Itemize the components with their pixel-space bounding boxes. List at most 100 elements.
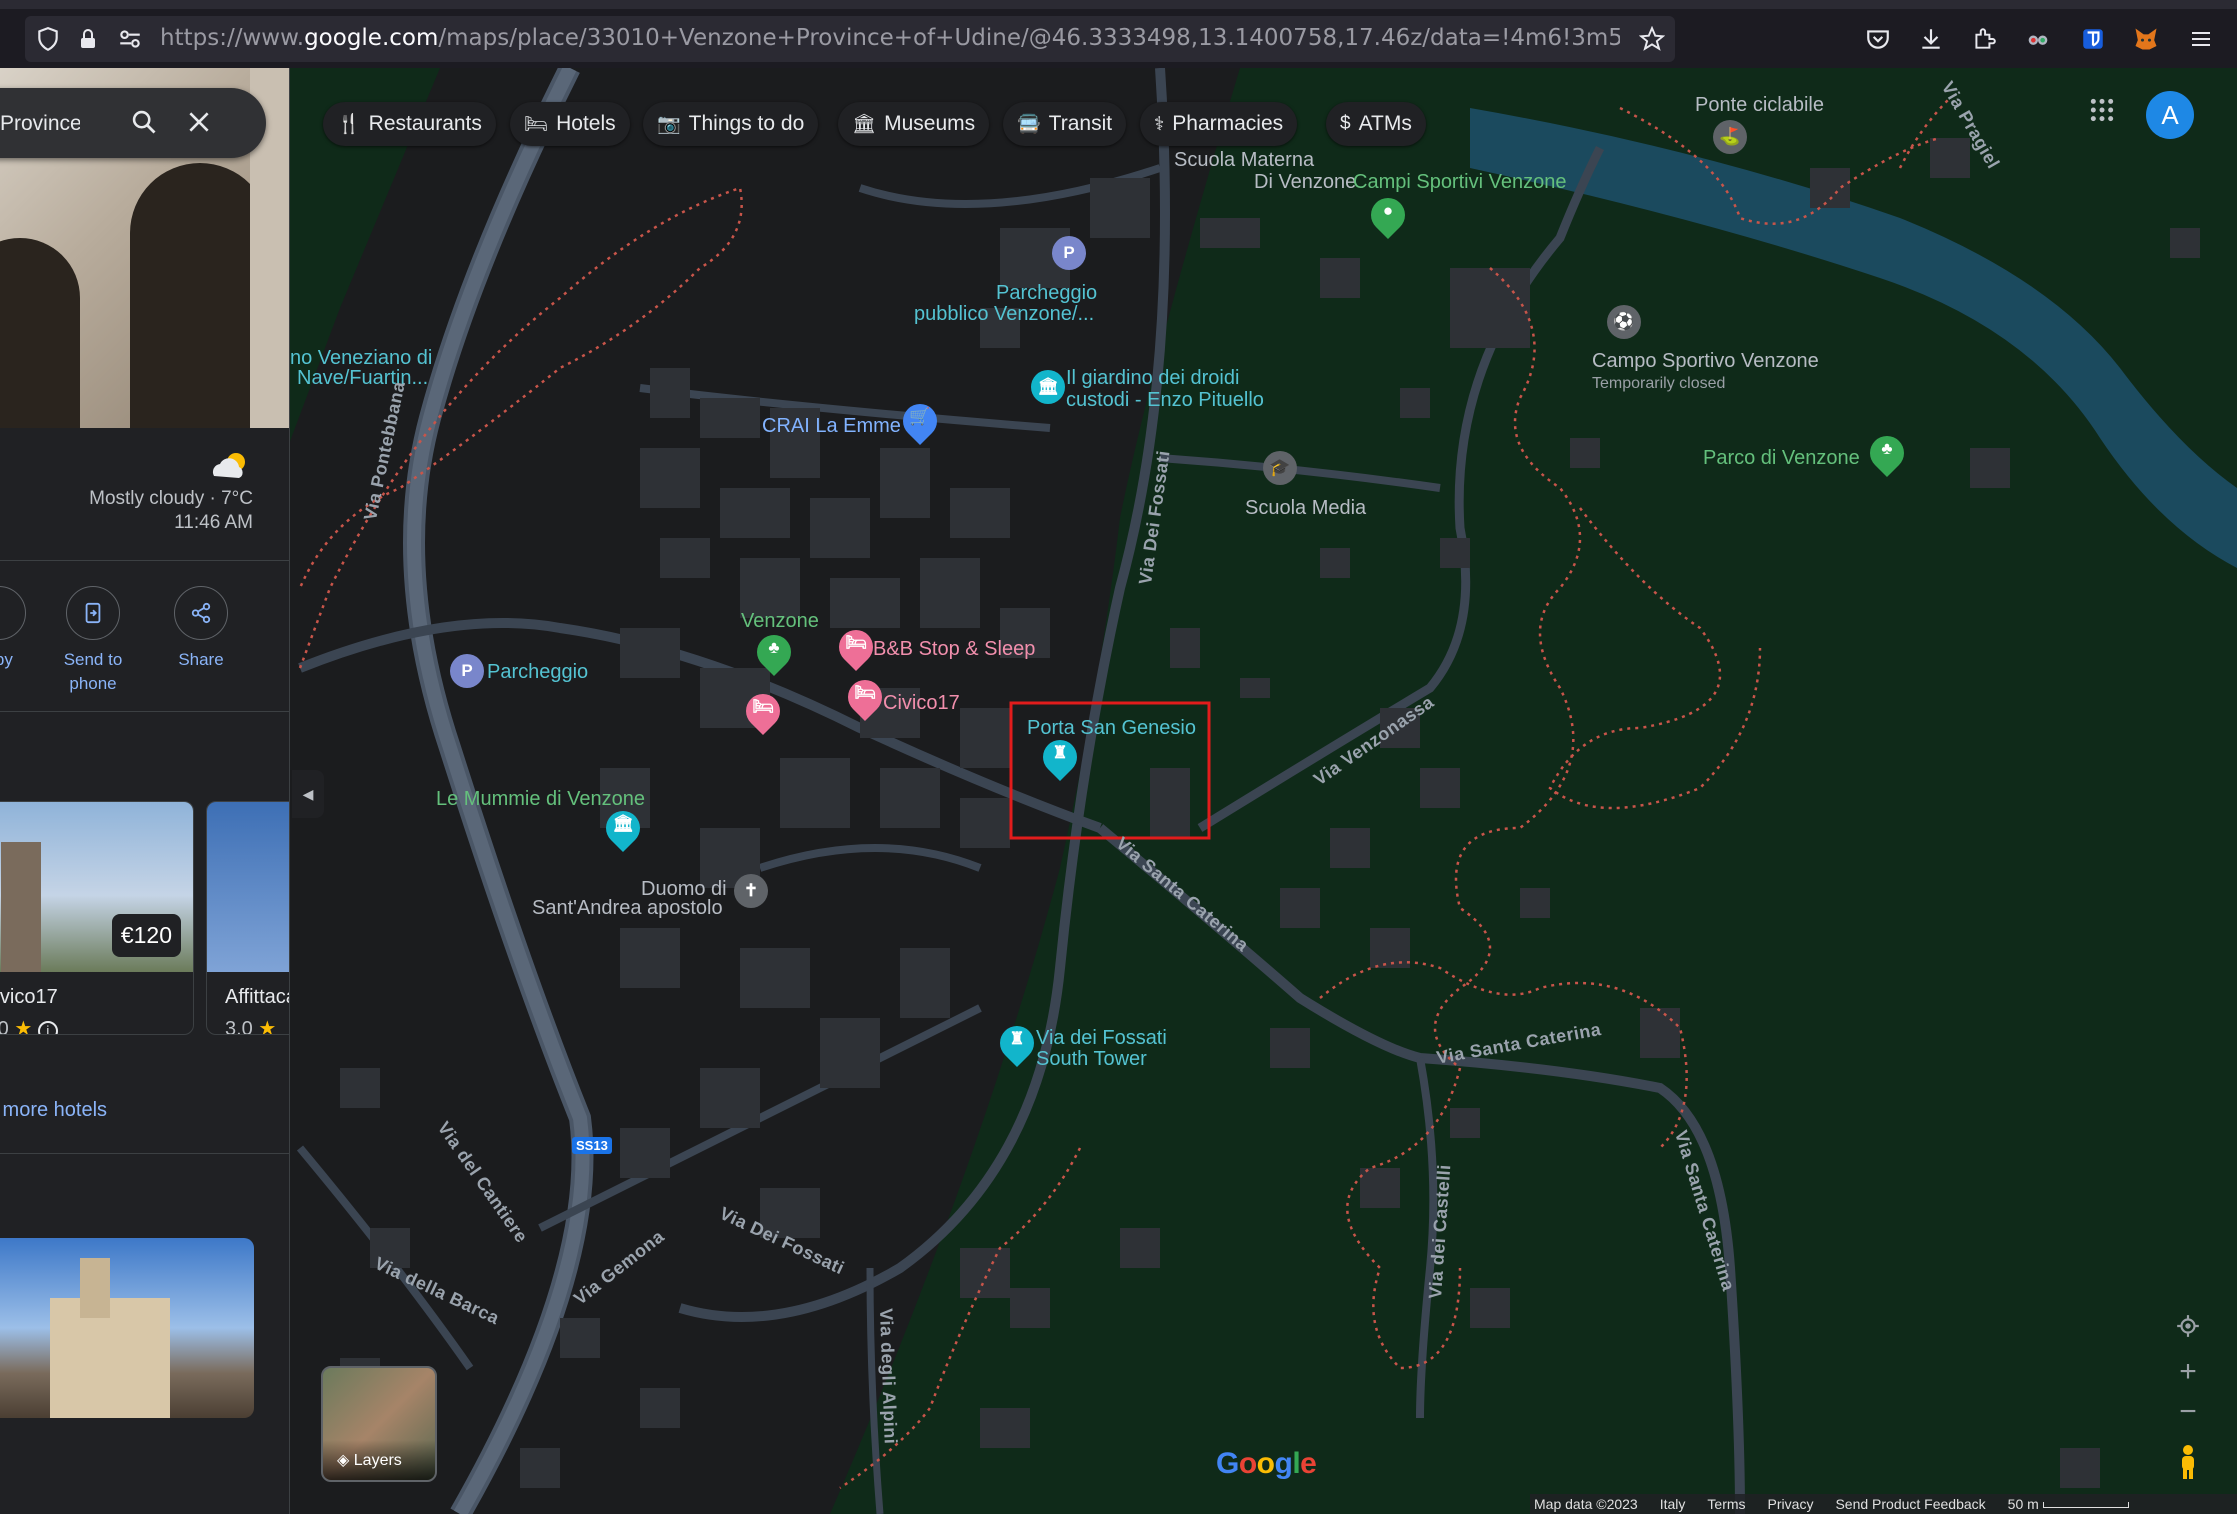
label-porta-san-genesio[interactable]: Porta San Genesio	[1027, 718, 1196, 739]
divider	[0, 711, 289, 712]
label-ponte-ciclabile[interactable]: Ponte ciclabile	[1695, 95, 1824, 116]
footer-terms[interactable]: Terms	[1707, 1496, 1745, 1512]
info-icon[interactable]: i	[37, 1021, 58, 1034]
hotel-pin-west[interactable]: 🛏	[738, 686, 788, 738]
copy-button[interactable]	[0, 586, 26, 640]
collapse-panel-arrow-icon[interactable]: ◀	[292, 770, 324, 818]
label-venzone[interactable]: Venzone	[741, 611, 819, 632]
metamask-fox-icon[interactable]	[2130, 23, 2162, 55]
send-to-phone-button[interactable]	[66, 586, 120, 640]
label-fossati-tower-1[interactable]: Via dei Fossati	[1036, 1028, 1167, 1049]
search-icon[interactable]	[130, 108, 160, 138]
permissions-icon[interactable]	[114, 23, 146, 55]
tower-pin[interactable]: ♜	[992, 1018, 1042, 1070]
camera-icon: 📷	[657, 114, 681, 135]
hotel-name: Affittacamere	[225, 986, 289, 1008]
label-campo-sportivo[interactable]: Campo Sportivo Venzone	[1592, 351, 1819, 372]
bell-tower-shape	[1, 842, 41, 972]
search-input[interactable]: Province of Udine	[0, 112, 80, 136]
map-canvas[interactable]: Ponte ciclabile ⛳ Scuola Materna Di Venz…	[0, 68, 2237, 1514]
zoom-in-icon[interactable]: +	[2170, 1354, 2206, 1390]
bicycle-bridge-icon[interactable]: ⛳	[1713, 120, 1747, 154]
footer-country[interactable]: Italy	[1660, 1496, 1686, 1512]
label-giardino-2[interactable]: custodi - Enzo Pituello	[1066, 390, 1264, 411]
hotel-card-affittacamere[interactable]: Affittacamere 3.0 ★	[206, 801, 289, 1035]
search-box[interactable]: Province of Udine	[0, 88, 266, 158]
church-icon[interactable]: ✝	[734, 874, 768, 908]
downloads-icon[interactable]	[1915, 23, 1947, 55]
bookmark-star-icon[interactable]	[1636, 23, 1668, 55]
url-text[interactable]: https://www.google.com/maps/place/33010+…	[160, 25, 1620, 51]
layers-button[interactable]: ◈ Layers	[321, 1366, 437, 1482]
chip-museums[interactable]: 🏛 Museums	[838, 102, 990, 146]
label-parcheggio-pubblico-1[interactable]: Parcheggio	[996, 283, 1097, 304]
hotel-photo	[207, 802, 289, 972]
label-scuola-materna-1[interactable]: Scuola Materna	[1174, 150, 1314, 171]
google-apps-icon[interactable]	[2088, 96, 2116, 124]
lock-icon[interactable]	[72, 23, 104, 55]
label-bb-stop[interactable]: B&B Stop & Sleep	[873, 639, 1035, 660]
bitwarden-icon[interactable]	[2077, 23, 2109, 55]
label-parco[interactable]: Parco di Venzone	[1703, 448, 1860, 469]
chip-pharmacies[interactable]: ⚕ Pharmacies	[1140, 102, 1298, 146]
view-more-hotels-link[interactable]: View more hotels	[0, 1099, 107, 1122]
my-location-icon[interactable]	[2170, 1308, 2206, 1344]
school-icon[interactable]: 🎓	[1263, 451, 1297, 485]
place-photo-town-hall[interactable]	[0, 1238, 254, 1418]
museum-pin-icon[interactable]: 🏛	[1031, 370, 1065, 404]
label-mummie[interactable]: Le Mummie di Venzone	[436, 789, 645, 810]
pegman-icon[interactable]	[2173, 1442, 2203, 1482]
label-civico17[interactable]: Civico17	[883, 693, 960, 714]
label-giardino-1[interactable]: Il giardino dei droidi	[1066, 368, 1239, 389]
shield-icon[interactable]	[32, 23, 64, 55]
label-scuola-materna-2[interactable]: Di Venzone	[1254, 172, 1356, 193]
campi-sportivi-pin[interactable]: ●	[1363, 190, 1413, 242]
close-icon[interactable]	[186, 109, 214, 137]
footer-scale[interactable]: 50 m	[2008, 1496, 2129, 1512]
label-duomo-2[interactable]: Sant'Andrea apostolo	[532, 898, 723, 919]
grocery-pin[interactable]: 🛒	[895, 396, 945, 448]
chip-hotels[interactable]: 🛏 Hotels	[510, 102, 630, 146]
pocket-icon[interactable]	[1862, 23, 1894, 55]
hotel-pin-civico17[interactable]: 🛏	[840, 672, 890, 724]
label-scuola-media[interactable]: Scuola Media	[1245, 498, 1366, 519]
share-button[interactable]	[174, 586, 228, 640]
extensions-icon[interactable]	[1968, 23, 2000, 55]
parking-icon[interactable]: P	[1052, 236, 1086, 270]
tab-strip	[0, 0, 2237, 9]
hotel-card-civico17[interactable]: €120 Civico17 5.0 ★ i	[0, 801, 194, 1035]
label-veneziano-1[interactable]: no Veneziano di	[290, 348, 432, 369]
label-campi-sportivi[interactable]: Campi Sportivi Venzone	[1353, 172, 1566, 193]
hotel-rating: 5.0 ★ i	[0, 1016, 58, 1034]
label-crai[interactable]: CRAI La Emme	[762, 416, 901, 437]
chip-restaurants[interactable]: 🍴 Restaurants	[323, 102, 496, 146]
hotel-name: Civico17	[0, 986, 58, 1008]
label-fossati-tower-2[interactable]: South Tower	[1036, 1049, 1147, 1070]
parking-icon-west[interactable]: P	[450, 654, 484, 688]
bus-icon: 🚍	[1017, 114, 1041, 135]
zoom-out-icon[interactable]: −	[2170, 1394, 2206, 1430]
chip-transit[interactable]: 🚍 Transit	[1003, 102, 1127, 146]
label-parcheggio[interactable]: Parcheggio	[487, 662, 588, 683]
porta-san-genesio-pin[interactable]: ♜	[1035, 732, 1085, 784]
share-label: Share	[178, 650, 224, 669]
footer-map-data: Map data ©2023	[1534, 1496, 1638, 1512]
place-panel: Province of Udine Mostly cloudy · 7°C 11…	[0, 68, 290, 1514]
privacy-badger-icon[interactable]	[2022, 23, 2054, 55]
stadium-icon[interactable]: ⚽	[1607, 305, 1641, 339]
mummie-pin[interactable]: 🏛	[598, 803, 648, 855]
menu-hamburger-icon[interactable]	[2185, 23, 2217, 55]
chip-things-to-do[interactable]: 📷 Things to do	[643, 102, 819, 146]
layers-label: ◈ Layers	[337, 1452, 402, 1469]
footer-feedback[interactable]: Send Product Feedback	[1835, 1496, 1985, 1512]
chip-atms[interactable]: $ ATMs	[1326, 102, 1426, 146]
map-graphics	[280, 68, 2237, 1514]
account-avatar[interactable]: A	[2146, 91, 2194, 139]
copy-label: Copy	[0, 650, 13, 669]
hotel-pin-bb[interactable]: 🛏	[831, 622, 881, 674]
label-parcheggio-pubblico-2[interactable]: pubblico Venzone/...	[914, 304, 1094, 325]
footer-privacy[interactable]: Privacy	[1768, 1496, 1814, 1512]
venzone-pin[interactable]: ♣	[749, 627, 799, 679]
atm-icon: $	[1340, 113, 1351, 134]
park-pin[interactable]: ♣	[1862, 428, 1912, 480]
